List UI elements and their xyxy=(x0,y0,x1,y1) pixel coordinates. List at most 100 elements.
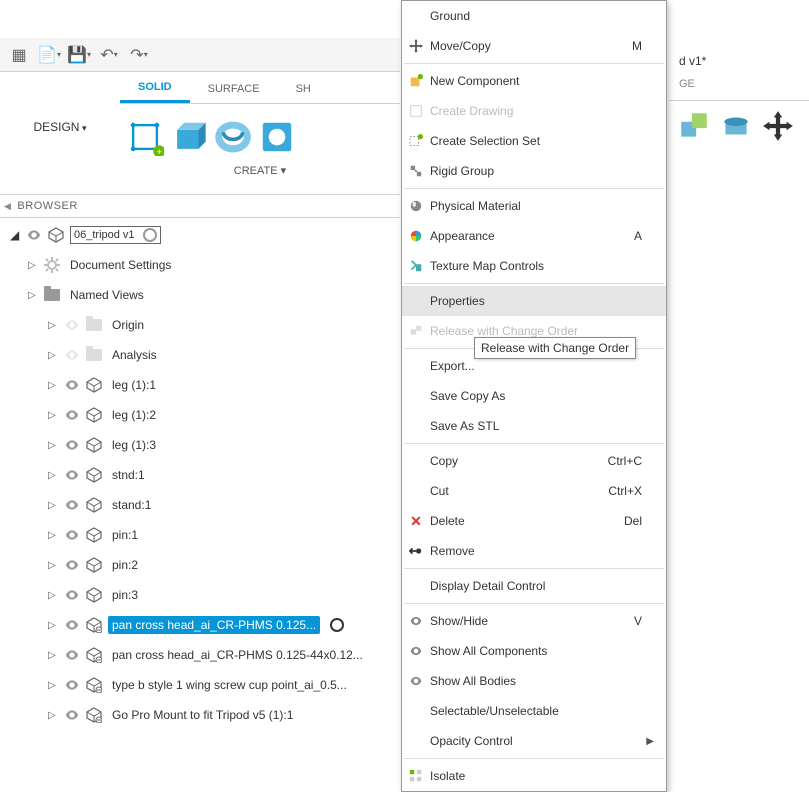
item-label: pin:1 xyxy=(108,526,142,544)
menu-appearance[interactable]: AppearanceA xyxy=(402,221,666,251)
eye-icon[interactable] xyxy=(64,647,80,663)
file-icon[interactable]: 📄▾ xyxy=(36,42,62,68)
texture-icon xyxy=(408,258,424,274)
eye-icon xyxy=(408,643,424,659)
linked-component-icon xyxy=(86,647,102,663)
tree-item-stand-1[interactable]: ▷ stand:1 xyxy=(0,490,400,520)
eye-icon[interactable] xyxy=(64,617,80,633)
eye-icon xyxy=(408,613,424,629)
revolve-icon[interactable] xyxy=(214,118,252,156)
menu-delete[interactable]: ✕ DeleteDel xyxy=(402,506,666,536)
toolbody-icon[interactable] xyxy=(719,109,753,146)
tree-item-pin-1[interactable]: ▷ pin:1 xyxy=(0,520,400,550)
tree-item-pin-2[interactable]: ▷ pin:2 xyxy=(0,550,400,580)
tree-item-pan-cross-head-1[interactable]: ▷ pan cross head_ai_CR-PHMS 0.125... xyxy=(0,610,400,640)
tree-root[interactable]: ◢ 06_tripod v1 xyxy=(0,220,400,250)
menu-move-copy[interactable]: Move/CopyM xyxy=(402,31,666,61)
component-icon xyxy=(86,587,102,603)
tree-item-leg-1-2[interactable]: ▷ leg (1):2 xyxy=(0,400,400,430)
eye-icon[interactable] xyxy=(64,587,80,603)
redo-icon[interactable]: ↷▾ xyxy=(126,42,152,68)
menu-copy[interactable]: CopyCtrl+C xyxy=(402,446,666,476)
menu-physical-material[interactable]: Physical Material xyxy=(402,191,666,221)
grid-icon[interactable]: ▦ xyxy=(6,42,32,68)
menu-show-all-components[interactable]: Show All Components xyxy=(402,636,666,666)
eye-icon[interactable] xyxy=(64,437,80,453)
eye-icon[interactable] xyxy=(64,407,80,423)
component-icon xyxy=(86,527,102,543)
tree-item-gopro-mount[interactable]: ▷ Go Pro Mount to fit Tripod v5 (1):1 xyxy=(0,700,400,730)
save-icon[interactable]: 💾▾ xyxy=(66,42,92,68)
menu-ground[interactable]: Ground xyxy=(402,1,666,31)
eye-icon[interactable] xyxy=(64,707,80,723)
drawing-icon xyxy=(408,103,424,119)
ribbon: DESIGN SOLID SURFACE SH + CREATE ▾ xyxy=(0,74,400,180)
menu-cut[interactable]: CutCtrl+X xyxy=(402,476,666,506)
menu-create-selection-set[interactable]: Create Selection Set xyxy=(402,126,666,156)
item-label: pan cross head_ai_CR-PHMS 0.125-44x0.12.… xyxy=(108,646,367,664)
tree-item-pin-3[interactable]: ▷ pin:3 xyxy=(0,580,400,610)
browser-header[interactable]: ◀ BROWSER xyxy=(0,194,400,218)
menu-rigid-group[interactable]: Rigid Group xyxy=(402,156,666,186)
tab-sheet[interactable]: SH xyxy=(278,74,329,103)
menu-properties[interactable]: Properties xyxy=(402,286,666,316)
activate-radio[interactable] xyxy=(143,228,157,242)
eye-icon[interactable] xyxy=(64,527,80,543)
ribbon-tabs: SOLID SURFACE SH xyxy=(120,74,400,104)
isolate-icon xyxy=(408,768,424,784)
eye-icon[interactable] xyxy=(64,497,80,513)
assembly-icon[interactable] xyxy=(677,109,711,146)
create-panel-label[interactable]: CREATE ▾ xyxy=(120,164,400,177)
new-component-icon xyxy=(408,73,424,89)
tree-item-analysis[interactable]: ▷ Analysis xyxy=(0,340,400,370)
sphere-icon[interactable] xyxy=(258,118,296,156)
menu-save-copy-as[interactable]: Save Copy As xyxy=(402,381,666,411)
tree-item-wing-screw[interactable]: ▷ type b style 1 wing screw cup point_ai… xyxy=(0,670,400,700)
item-label: Origin xyxy=(108,316,148,334)
component-icon xyxy=(86,467,102,483)
eye-icon[interactable] xyxy=(26,227,42,243)
menu-new-component[interactable]: New Component xyxy=(402,66,666,96)
tree-item-origin[interactable]: ▷ Origin xyxy=(0,310,400,340)
menu-save-as-stl[interactable]: Save As STL xyxy=(402,411,666,441)
tree-item-document-settings[interactable]: ▷ Document Settings xyxy=(0,250,400,280)
tab-surface[interactable]: SURFACE xyxy=(190,74,278,103)
eye-icon[interactable] xyxy=(64,467,80,483)
item-label: pin:3 xyxy=(108,586,142,604)
activate-radio[interactable] xyxy=(330,618,344,632)
item-label: leg (1):1 xyxy=(108,376,160,394)
menu-selectable-unselectable[interactable]: Selectable/Unselectable xyxy=(402,696,666,726)
tree-item-stnd-1[interactable]: ▷ stnd:1 xyxy=(0,460,400,490)
tree-item-leg-1-1[interactable]: ▷ leg (1):1 xyxy=(0,370,400,400)
tree-item-named-views[interactable]: ▷ Named Views xyxy=(0,280,400,310)
move-icon[interactable] xyxy=(761,109,795,146)
undo-icon[interactable]: ↶▾ xyxy=(96,42,122,68)
eye-icon[interactable] xyxy=(64,557,80,573)
sketch-icon[interactable]: + xyxy=(126,118,164,156)
tree-item-pan-cross-head-2[interactable]: ▷ pan cross head_ai_CR-PHMS 0.125-44x0.1… xyxy=(0,640,400,670)
menu-show-hide[interactable]: Show/HideV xyxy=(402,606,666,636)
workspace-switcher[interactable]: DESIGN xyxy=(25,116,94,138)
menu-show-all-bodies[interactable]: Show All Bodies xyxy=(402,666,666,696)
item-label: Analysis xyxy=(108,346,161,364)
tab-ge[interactable]: GE xyxy=(669,74,809,101)
eye-icon[interactable] xyxy=(64,677,80,693)
menu-texture-map[interactable]: Texture Map Controls xyxy=(402,251,666,281)
eye-icon[interactable] xyxy=(64,347,80,363)
box-icon[interactable] xyxy=(170,118,208,156)
component-icon xyxy=(86,377,102,393)
item-label: type b style 1 wing screw cup point_ai_0… xyxy=(108,676,351,694)
menu-display-detail-control[interactable]: Display Detail Control xyxy=(402,571,666,601)
root-label[interactable]: 06_tripod v1 xyxy=(70,226,161,244)
tree-item-leg-1-3[interactable]: ▷ leg (1):3 xyxy=(0,430,400,460)
menu-remove[interactable]: Remove xyxy=(402,536,666,566)
menu-isolate[interactable]: Isolate xyxy=(402,761,666,791)
eye-icon[interactable] xyxy=(64,377,80,393)
eye-icon[interactable] xyxy=(64,317,80,333)
component-icon xyxy=(48,227,64,243)
tab-solid[interactable]: SOLID xyxy=(120,74,190,103)
more-icon[interactable] xyxy=(302,118,340,156)
delete-icon: ✕ xyxy=(408,513,424,529)
item-label: leg (1):3 xyxy=(108,436,160,454)
menu-opacity-control[interactable]: Opacity Control▶ xyxy=(402,726,666,756)
